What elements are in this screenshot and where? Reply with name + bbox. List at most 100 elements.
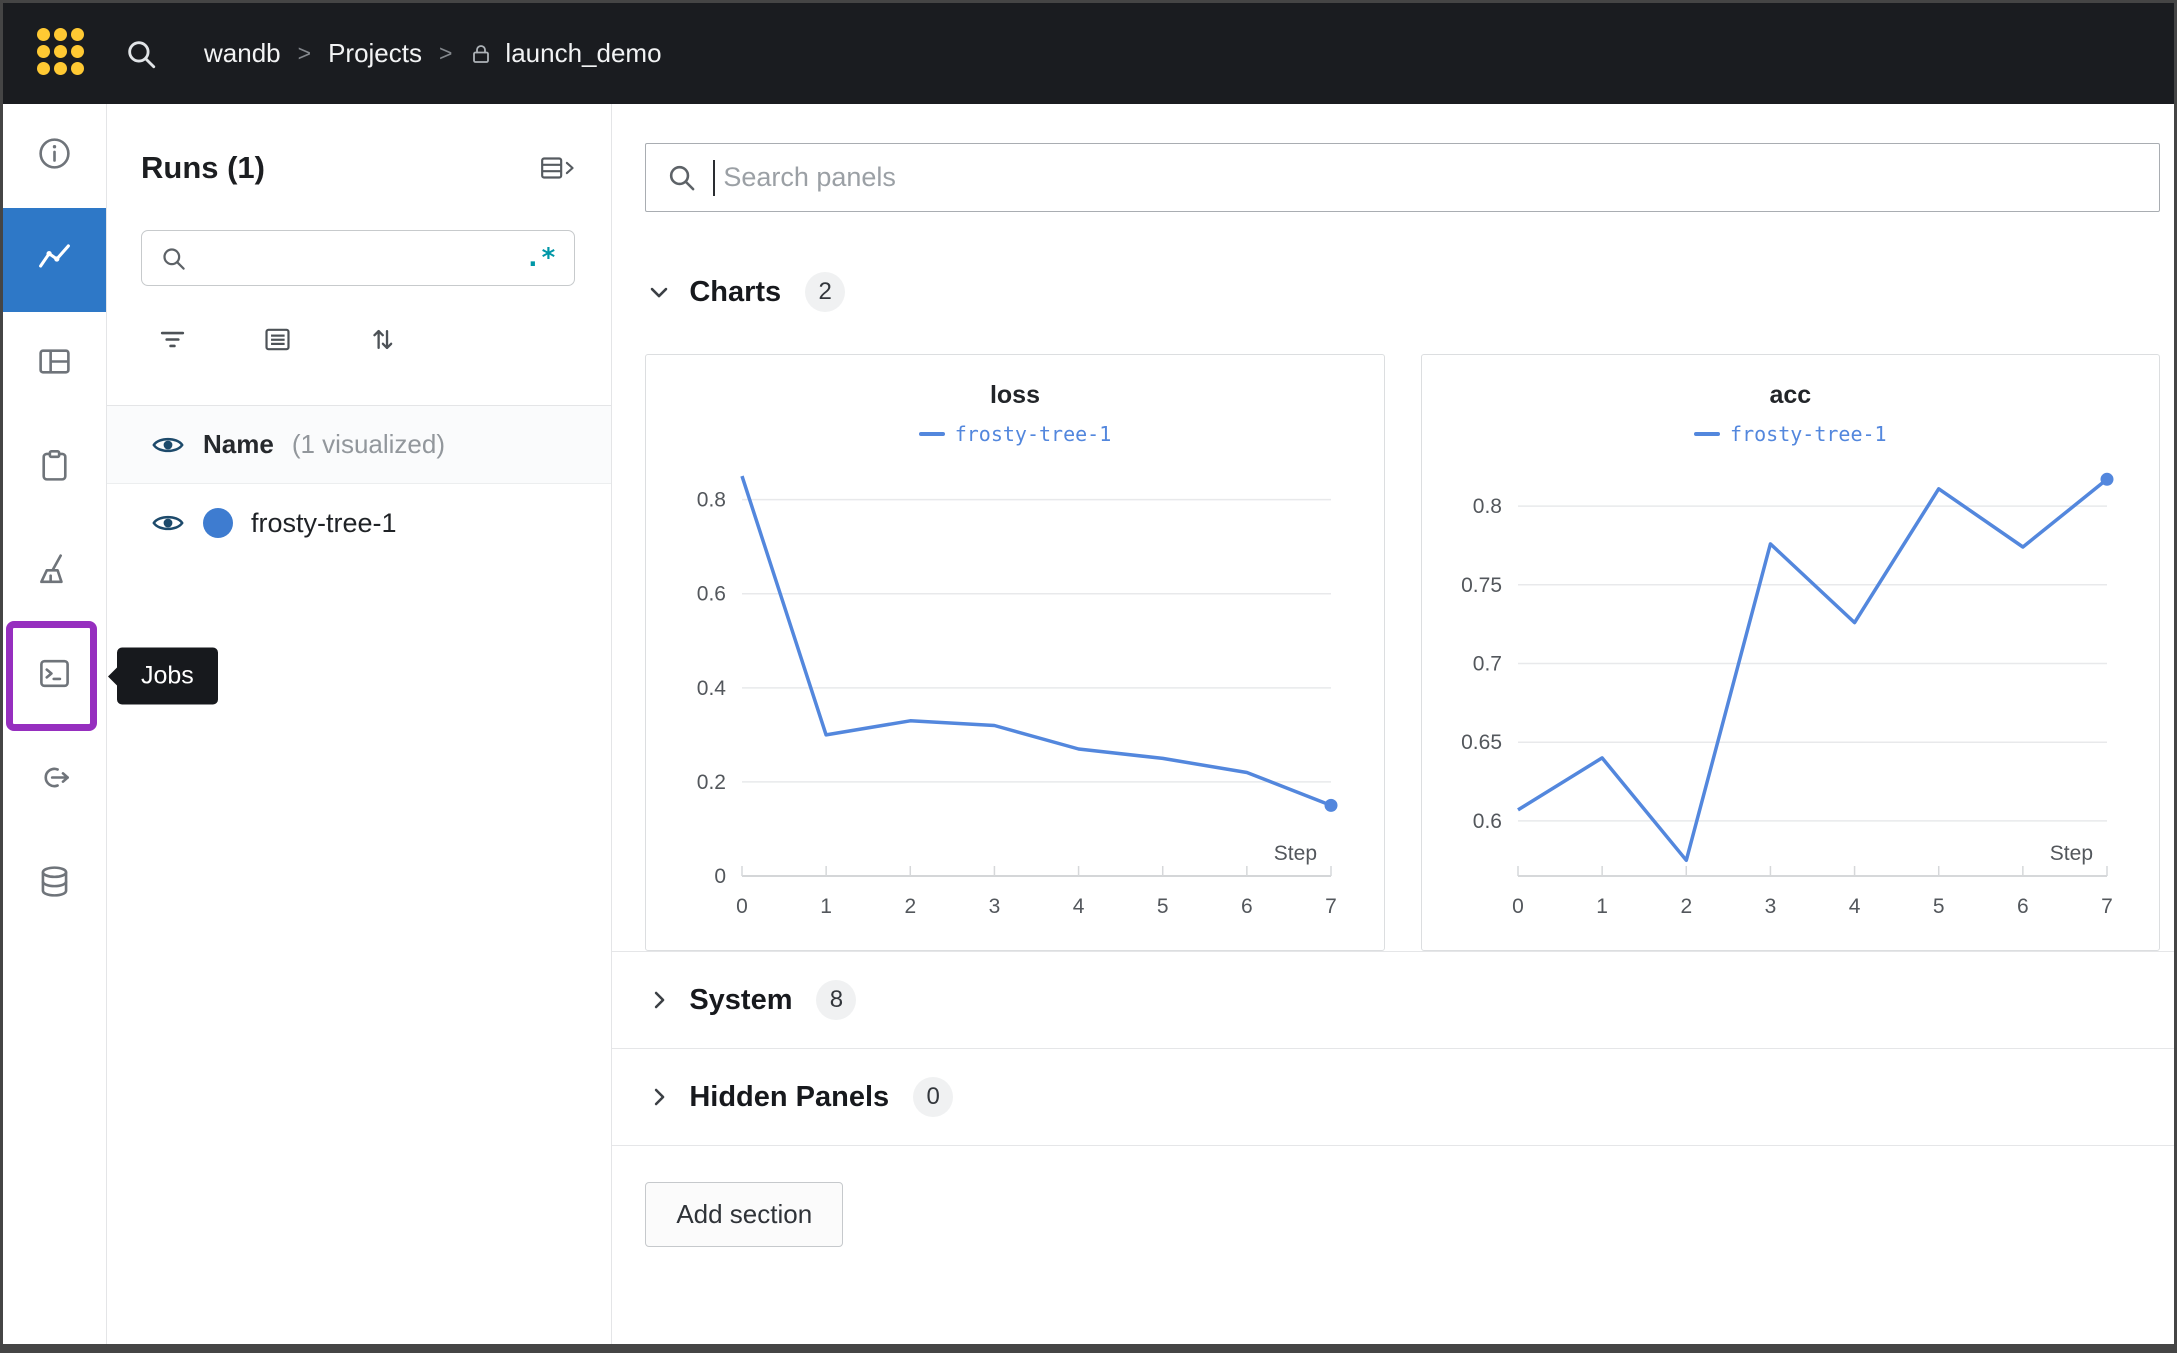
breadcrumb-project-name[interactable]: launch_demo [505, 38, 661, 69]
panel-search-box [645, 143, 2160, 212]
terminal-icon [36, 655, 73, 697]
svg-text:3: 3 [1764, 895, 1776, 918]
nav-search-icon[interactable] [124, 37, 158, 71]
run-color-dot [203, 508, 233, 538]
lock-icon [469, 42, 493, 66]
svg-text:0.65: 0.65 [1461, 731, 1502, 754]
svg-text:0.2: 0.2 [697, 771, 726, 794]
sort-icon[interactable] [367, 324, 398, 355]
svg-text:7: 7 [2101, 895, 2113, 918]
legend-line-swatch [1694, 432, 1720, 436]
line-chart-icon [36, 239, 73, 281]
sidebar-item-artifacts[interactable] [3, 832, 106, 936]
chart-legend: frosty-tree-1 [1694, 422, 1887, 446]
sidebar-item-tables[interactable] [3, 312, 106, 416]
runs-panel: Runs (1) .* [107, 104, 612, 1344]
text-cursor [713, 160, 715, 196]
section-row-hidden-panels: Hidden Panels 0 [645, 1049, 2160, 1145]
line-chart-plot[interactable]: 00.20.40.60.801234567Step [660, 446, 1369, 940]
svg-text:3: 3 [989, 895, 1001, 918]
svg-text:2: 2 [905, 895, 917, 918]
visibility-eye-icon[interactable] [151, 506, 185, 540]
breadcrumb-separator: > [298, 40, 311, 67]
svg-text:2: 2 [1680, 895, 1692, 918]
sidebar-item-sweeps[interactable] [3, 520, 106, 624]
svg-text:0.8: 0.8 [1472, 495, 1501, 518]
runs-search-input[interactable] [199, 243, 513, 273]
section-label-hidden-panels: Hidden Panels [689, 1081, 889, 1114]
run-row[interactable]: frosty-tree-1 [107, 484, 611, 540]
svg-text:6: 6 [1241, 895, 1253, 918]
add-section-button[interactable]: Add section [645, 1182, 843, 1247]
sidebar-item-workspace[interactable] [3, 208, 106, 312]
breadcrumb-entity[interactable]: wandb [204, 38, 281, 69]
expand-runs-table-icon[interactable] [539, 152, 577, 184]
app-body: Jobs [3, 104, 2174, 1344]
runs-toolbar [107, 324, 611, 355]
visibility-eye-icon[interactable] [151, 428, 185, 462]
filter-icon[interactable] [157, 324, 188, 355]
line-chart-plot[interactable]: 0.60.650.70.750.801234567Step [1436, 446, 2145, 940]
charts-count-badge: 2 [805, 272, 845, 312]
sidebar-item-launch[interactable] [3, 728, 106, 832]
chart-panel-loss[interactable]: loss frosty-tree-1 00.20.40.60.801234567… [645, 354, 1384, 951]
regex-toggle-icon[interactable]: .* [525, 243, 556, 273]
group-list-icon[interactable] [262, 324, 293, 355]
run-name[interactable]: frosty-tree-1 [251, 508, 397, 539]
section-header-hidden-panels[interactable]: Hidden Panels 0 [645, 1077, 953, 1117]
svg-text:0.4: 0.4 [697, 677, 727, 700]
table-icon [36, 343, 73, 385]
svg-text:0.6: 0.6 [697, 583, 726, 606]
svg-text:1: 1 [821, 895, 833, 918]
jobs-tooltip: Jobs [117, 648, 218, 705]
svg-text:4: 4 [1848, 895, 1860, 918]
svg-text:0.75: 0.75 [1461, 574, 1502, 597]
section-label-system: System [689, 984, 792, 1017]
hidden-panels-count-badge: 0 [913, 1077, 953, 1117]
svg-text:0.6: 0.6 [1472, 810, 1501, 833]
svg-text:7: 7 [1325, 895, 1337, 918]
workspace-main: Charts 2 loss frosty-tree-1 0 0.2 0.4 0.6 0.… [612, 104, 2174, 1344]
sidebar-item-overview[interactable] [3, 104, 106, 208]
runs-table-header-row: Name (1 visualized) [107, 406, 611, 484]
chart-title: acc [1769, 381, 1811, 410]
section-row-system: System 8 [645, 952, 2160, 1048]
name-column-header[interactable]: Name [203, 429, 274, 460]
legend-line-swatch [919, 432, 945, 436]
wandb-logo-icon[interactable] [37, 28, 88, 79]
database-icon [36, 863, 73, 905]
search-icon [666, 162, 697, 193]
sidebar-item-reports[interactable] [3, 416, 106, 520]
legend-run-name: frosty-tree-1 [1730, 422, 1887, 446]
visualized-count-label: (1 visualized) [292, 429, 445, 460]
breadcrumb-projects[interactable]: Projects [328, 38, 422, 69]
svg-text:0.7: 0.7 [1472, 652, 1501, 675]
section-header-system[interactable]: System 8 [645, 980, 856, 1020]
charts-grid: loss frosty-tree-1 0 0.2 0.4 0.6 0.8 0 1 2 3 4 5 6 7… [645, 354, 2160, 951]
wandb-app-window: wandb > Projects > launch_demo [0, 0, 2177, 1353]
svg-text:0: 0 [736, 895, 748, 918]
chevron-right-icon[interactable] [645, 986, 673, 1014]
broom-icon [36, 551, 73, 593]
info-icon [36, 135, 73, 177]
chart-title: loss [990, 381, 1040, 410]
runs-panel-header: Runs (1) [107, 104, 611, 190]
panel-search-input[interactable] [721, 161, 2139, 194]
runs-search-box: .* [141, 230, 575, 286]
chevron-down-icon[interactable] [645, 278, 673, 306]
svg-text:4: 4 [1073, 895, 1085, 918]
section-divider [612, 1145, 2174, 1146]
svg-text:0: 0 [715, 865, 727, 888]
chart-panel-acc[interactable]: acc frosty-tree-1 0.60.650.70.750.801234… [1421, 354, 2160, 951]
sidebar-item-jobs[interactable]: Jobs [3, 624, 106, 728]
svg-text:5: 5 [1933, 895, 1945, 918]
chevron-right-icon[interactable] [645, 1083, 673, 1111]
left-icon-sidebar: Jobs [3, 104, 107, 1344]
system-count-badge: 8 [816, 980, 856, 1020]
section-header-charts[interactable]: Charts 2 [645, 270, 2160, 314]
search-icon [160, 245, 187, 272]
svg-text:5: 5 [1157, 895, 1169, 918]
section-label-charts: Charts [689, 276, 781, 309]
launch-arrow-icon [36, 759, 73, 801]
chart-legend: frosty-tree-1 [919, 422, 1112, 446]
